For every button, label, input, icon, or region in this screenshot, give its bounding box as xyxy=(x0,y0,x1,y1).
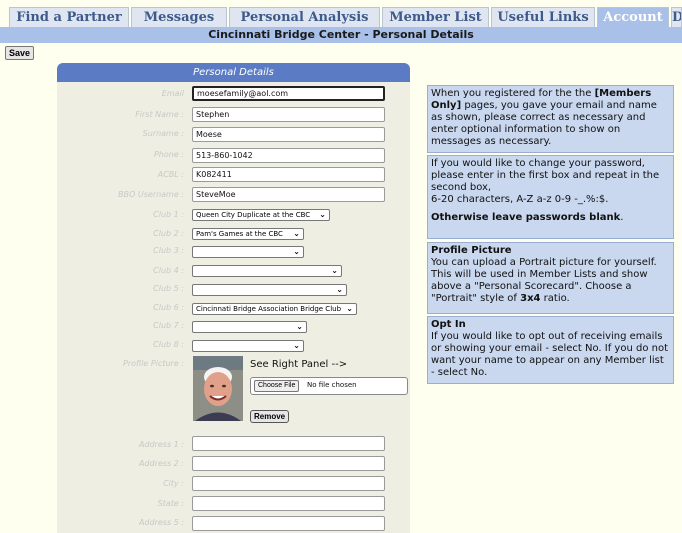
state-field[interactable] xyxy=(192,496,385,511)
club-2-select[interactable]: Pam's Games at the CBC ⌄ xyxy=(192,228,304,240)
info-profile-picture-title: Profile Picture xyxy=(431,245,512,256)
phone-field[interactable]: 513-860-1042 xyxy=(192,148,385,163)
info-password-note: Otherwise leave passwords blank. xyxy=(431,212,670,224)
club-6-label: Club 6 : xyxy=(153,303,184,312)
info-registration-text-a: When you registered for the the xyxy=(431,88,595,99)
chevron-down-icon: ⌄ xyxy=(331,266,338,275)
leave-blank-text: Otherwise leave passwords blank xyxy=(431,212,621,223)
form-header: Personal Details xyxy=(57,63,410,82)
file-upload[interactable]: Choose File No file chosen xyxy=(250,377,408,395)
info-profile-picture: Profile Picture You can upload a Portrai… xyxy=(427,242,674,314)
club-2-label: Club 2 : xyxy=(153,229,184,238)
file-status: No file chosen xyxy=(307,381,357,389)
info-opt-in-text: If you would like to opt out of receivin… xyxy=(431,331,668,378)
chevron-down-icon: ⌄ xyxy=(293,229,300,238)
acbl-field[interactable]: K082411 xyxy=(192,167,385,182)
info-password-rules: 6-20 characters, A-Z a-z 0-9 -_.%:$. xyxy=(431,194,609,205)
club-5-select[interactable]: ⌄ xyxy=(192,284,347,296)
info-password-end: . xyxy=(620,212,624,223)
email-field[interactable]: moesefamily@aol.com xyxy=(192,86,385,101)
info-opt-in: Opt In If you would like to opt out of r… xyxy=(427,316,674,384)
address-2-field[interactable] xyxy=(192,456,385,471)
chevron-down-icon: ⌄ xyxy=(336,285,343,294)
club-8-select[interactable]: ⌄ xyxy=(192,340,304,352)
tab-find-a-partner[interactable]: Find a Partner xyxy=(9,7,129,27)
club-6-select[interactable]: Cincinnati Bridge Association Bridge Clu… xyxy=(192,303,357,315)
chevron-down-icon: ⌄ xyxy=(346,304,353,313)
tab-account[interactable]: Account xyxy=(597,7,669,27)
chevron-down-icon: ⌄ xyxy=(319,210,326,219)
tab-member-list[interactable]: Member List xyxy=(382,7,489,27)
profile-picture-label: Profile Picture : xyxy=(123,359,184,368)
info-opt-in-title: Opt In xyxy=(431,319,466,330)
see-right-panel-text: See Right Panel --> xyxy=(250,359,348,370)
tab-bar: Find a Partner Messages Personal Analysi… xyxy=(0,0,682,28)
first-name-label: First Name : xyxy=(135,110,184,119)
club-3-select[interactable]: ⌄ xyxy=(192,246,304,258)
state-label: State : xyxy=(157,499,184,508)
city-label: City : xyxy=(163,479,184,488)
acbl-label: ACBL : xyxy=(157,170,184,179)
club-1-select[interactable]: Queen City Duplicate at the CBC ⌄ xyxy=(192,209,330,221)
bbo-username-field[interactable]: SteveMoe xyxy=(192,187,385,202)
profile-photo xyxy=(193,356,243,421)
club-2-value: Pam's Games at the CBC xyxy=(196,230,283,238)
club-1-value: Queen City Duplicate at the CBC xyxy=(196,211,311,219)
bbo-username-label: BBO Username : xyxy=(118,190,184,199)
tab-messages[interactable]: Messages xyxy=(131,7,227,27)
club-4-select[interactable]: ⌄ xyxy=(192,265,342,277)
page-title: Cincinnati Bridge Center - Personal Deta… xyxy=(0,27,682,43)
address-5-field[interactable] xyxy=(192,516,385,531)
address-2-label: Address 2 : xyxy=(138,459,184,468)
club-4-label: Club 4 : xyxy=(153,266,184,275)
chevron-down-icon: ⌄ xyxy=(293,247,300,256)
personal-details-form: Personal Details Email moesefamily@aol.c… xyxy=(57,63,410,533)
save-button[interactable]: Save xyxy=(5,46,35,60)
club-7-label: Club 7 : xyxy=(153,321,184,330)
club-8-label: Club 8 : xyxy=(153,340,184,349)
city-field[interactable] xyxy=(192,476,385,491)
email-label: Email xyxy=(161,89,184,98)
ratio-text: 3x4 xyxy=(520,293,541,304)
surname-label: Surname : xyxy=(142,129,184,138)
phone-label: Phone : xyxy=(153,150,184,159)
tab-download[interactable]: Download xyxy=(671,7,682,27)
club-3-label: Club 3 : xyxy=(153,246,184,255)
chevron-down-icon: ⌄ xyxy=(293,341,300,350)
info-registration-text-b: pages, you gave your email and name as s… xyxy=(431,100,657,147)
remove-picture-button[interactable]: Remove xyxy=(250,410,290,423)
club-5-label: Club 5 : xyxy=(153,284,184,293)
club-1-label: Club 1 : xyxy=(153,210,184,219)
info-profile-picture-end: ratio. xyxy=(540,293,570,304)
choose-file-button[interactable]: Choose File xyxy=(254,380,300,392)
chevron-down-icon: ⌄ xyxy=(296,322,303,331)
info-registration: When you registered for the the [Members… xyxy=(427,85,674,153)
first-name-field[interactable]: Stephen xyxy=(192,107,385,122)
address-1-field[interactable] xyxy=(192,436,385,451)
club-6-value: Cincinnati Bridge Association Bridge Clu… xyxy=(196,305,342,313)
club-7-select[interactable]: ⌄ xyxy=(192,321,307,333)
surname-field[interactable]: Moese xyxy=(192,127,385,142)
info-password: If you would like to change your passwor… xyxy=(427,155,674,239)
tab-useful-links[interactable]: Useful Links xyxy=(491,7,595,27)
info-password-text: If you would like to change your passwor… xyxy=(431,158,660,193)
tab-personal-analysis[interactable]: Personal Analysis xyxy=(229,7,380,27)
address-1-label: Address 1 : xyxy=(138,440,184,449)
